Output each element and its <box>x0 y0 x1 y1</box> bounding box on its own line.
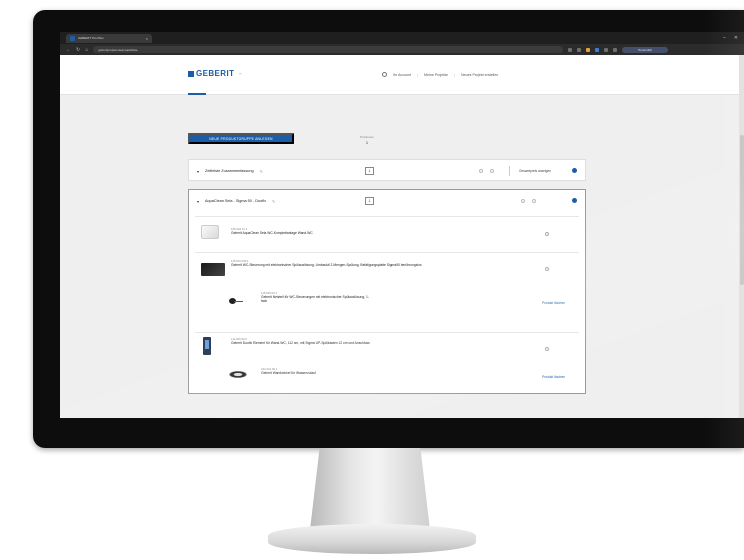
web-page: GEBERIT ™ Ihr Account | Meine Projekte |… <box>60 55 744 418</box>
item-text: 115.670.DW.1 Geberit WC-Steuerung mit el… <box>231 259 441 267</box>
scrollbar-thumb[interactable] <box>739 135 744 285</box>
quantity-field[interactable]: 1 <box>365 167 374 175</box>
product-image <box>201 263 225 276</box>
logo-mark-icon <box>188 70 194 77</box>
chevron-down-icon[interactable]: ▾ <box>197 169 199 174</box>
count-label: Positionen <box>360 135 375 139</box>
home-icon[interactable]: ⌂ <box>85 47 88 53</box>
monitor-stand-base <box>268 524 476 554</box>
extension-icon[interactable] <box>604 47 609 52</box>
show-total-price-link[interactable]: Gesamtpreis anzeigen <box>519 169 551 173</box>
quantity-field[interactable]: 1 <box>365 197 374 205</box>
item-name: Geberit WC-Steuerung mit elektronischer … <box>231 263 422 267</box>
remove-icon[interactable] <box>545 347 549 351</box>
row-actions <box>521 199 536 203</box>
list-item: 111.300.00.5 Geberit Duofix Element für … <box>195 332 579 392</box>
nav-account[interactable]: Ihr Account <box>393 73 411 77</box>
copy-icon[interactable] <box>479 169 483 173</box>
count-value: 1 <box>365 140 369 145</box>
product-group-summary: ▾ Zeitleiste Zusammenfassung ✎ 1 Gesamtp… <box>188 159 586 181</box>
user-icon <box>382 72 387 77</box>
tab-title: GEBERIT Pro Plan <box>78 36 104 40</box>
page-scrollbar[interactable] <box>739 55 744 418</box>
extension-icon[interactable] <box>613 47 618 52</box>
window-controls: – ✕ <box>723 35 744 41</box>
item-text: 242.001.00.1 Geberit Wandwinkel für Wass… <box>261 367 381 375</box>
profile-button[interactable]: Persönlich <box>622 46 669 53</box>
item-name: Geberit AquaClean Sela WC-Komplettanlage… <box>231 231 313 235</box>
row-actions <box>479 169 494 173</box>
nav-separator: | <box>454 72 456 77</box>
list-item: 115.670.DW.1 Geberit WC-Steuerung mit el… <box>195 252 579 330</box>
remove-product-link[interactable]: Produkt löschen <box>542 375 565 379</box>
minimize-icon[interactable]: – <box>723 35 726 41</box>
monitor-frame: GEBERIT Pro Plan × – ✕ ← ↻ ⌂ geberitprop… <box>33 10 744 448</box>
extension-icon[interactable] <box>586 47 591 52</box>
extension-icon[interactable] <box>568 47 573 52</box>
product-group-aquaclean: ▾ AquaClean Sela - Sigma 50 - Duofix ✎ 1… <box>188 189 586 394</box>
section-title: AquaClean Sela - Sigma 50 - Duofix <box>205 199 267 203</box>
nav-separator: | <box>416 72 419 77</box>
section-header[interactable]: ▾ Zeitleiste Zusammenfassung ✎ 1 Gesamtp… <box>189 160 585 182</box>
screen: GEBERIT Pro Plan × – ✕ ← ↻ ⌂ geberitprop… <box>60 32 744 418</box>
info-icon[interactable] <box>572 198 577 203</box>
extension-icon[interactable] <box>577 47 582 52</box>
delete-icon[interactable] <box>532 199 536 203</box>
active-indicator <box>188 93 206 95</box>
item-text: 115.635.00.1 Geberit Netzteil für WC-Ste… <box>261 291 371 304</box>
info-icon[interactable] <box>572 168 577 173</box>
browser-address-bar: ← ↻ ⌂ geberitproplan.de/projekt/liste Pe… <box>60 44 744 55</box>
section-title: Zeitleiste Zusammenfassung <box>205 169 254 173</box>
product-image <box>229 297 243 305</box>
header-nav: Ihr Account | Meine Projekte | Neues Pro… <box>382 72 498 77</box>
extension-icon[interactable] <box>595 47 600 52</box>
section-header[interactable]: ▾ AquaClean Sela - Sigma 50 - Duofix ✎ 1 <box>189 190 585 212</box>
list-item: 146.222.11.1 Geberit AquaClean Sela WC-K… <box>195 216 579 250</box>
url-input[interactable]: geberitproplan.de/projekt/liste <box>93 46 564 53</box>
remove-product-link[interactable]: Produkt löschen <box>542 301 565 305</box>
browser-tab-bar: GEBERIT Pro Plan × – ✕ <box>60 32 744 44</box>
browser-tab[interactable]: GEBERIT Pro Plan × <box>66 33 152 43</box>
logo-trademark: ™ <box>238 71 242 76</box>
geberit-logo[interactable]: GEBERIT ™ <box>188 69 241 78</box>
new-product-group-button[interactable]: NEUE PRODUKTGRUPPE ANLEGEN <box>188 133 294 144</box>
product-image <box>229 371 247 378</box>
reload-icon[interactable]: ↻ <box>76 47 80 53</box>
item-name: Geberit Duofix Element für Wand-WC, 112 … <box>231 341 370 345</box>
pencil-icon[interactable]: ✎ <box>260 169 263 174</box>
close-window-icon[interactable]: ✕ <box>734 35 738 41</box>
copy-icon[interactable] <box>521 199 525 203</box>
nav-my-projects[interactable]: Meine Projekte <box>424 73 448 77</box>
favicon-icon <box>70 35 75 41</box>
product-image <box>203 337 211 355</box>
nav-new-project[interactable]: Neues Projekt erstellen <box>461 73 498 77</box>
chevron-down-icon[interactable]: ▾ <box>197 199 199 204</box>
divider <box>509 166 510 176</box>
monitor-stand-neck <box>310 448 430 530</box>
item-text: 111.300.00.5 Geberit Duofix Element für … <box>231 337 461 345</box>
remove-icon[interactable] <box>545 232 549 236</box>
site-header: GEBERIT ™ Ihr Account | Meine Projekte |… <box>60 55 744 95</box>
remove-icon[interactable] <box>545 267 549 271</box>
position-count: Positionen 1 <box>360 135 374 145</box>
delete-icon[interactable] <box>490 169 494 173</box>
pencil-icon[interactable]: ✎ <box>272 199 275 204</box>
item-name: Geberit Wandwinkel für Wasserzulauf <box>261 371 316 375</box>
back-icon[interactable]: ← <box>66 47 71 53</box>
item-name: Geberit Netzteil für WC-Steuerungen mit … <box>261 295 369 304</box>
logo-text: GEBERIT <box>196 69 235 78</box>
extension-icons <box>568 47 618 52</box>
product-image <box>201 225 219 239</box>
item-text: 146.222.11.1 Geberit AquaClean Sela WC-K… <box>231 227 491 235</box>
tab-close-icon[interactable]: × <box>146 36 148 41</box>
